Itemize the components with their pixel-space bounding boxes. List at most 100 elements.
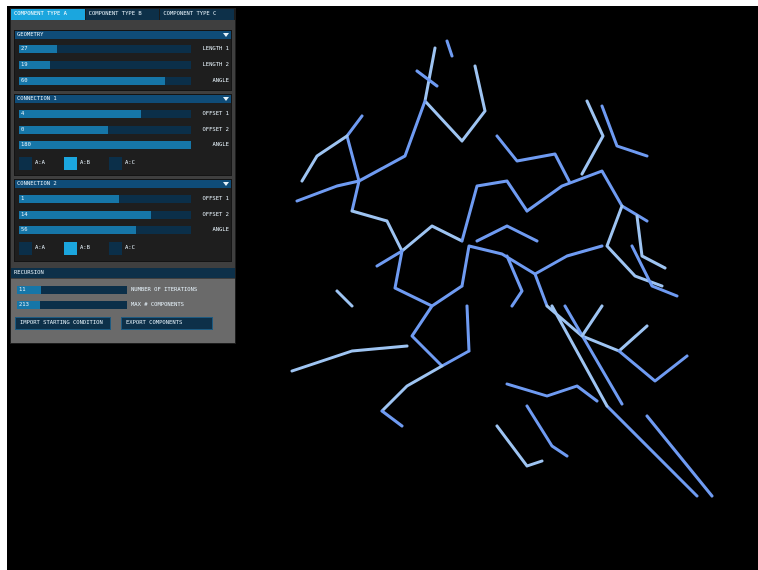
- component-segment: [295, 179, 361, 203]
- connection-1-section: CONNECTION 1 4 OFFSET 1 0 OFFSET 2 180 A…: [14, 94, 232, 176]
- slider-value: 14: [21, 212, 28, 218]
- slider-value: 11: [19, 287, 26, 293]
- offset-2-slider[interactable]: 14: [19, 211, 191, 219]
- slider-value: 213: [19, 302, 29, 308]
- slider-value: 1: [21, 196, 25, 202]
- geometry-section: GEOMETRY 27 LENGTH 1 19 LENGTH 2 60 ANGL…: [14, 30, 232, 91]
- component-segment: [335, 289, 354, 308]
- angle-slider[interactable]: 60: [19, 77, 191, 85]
- recursion-title: RECURSION: [14, 270, 44, 276]
- component-segment: [605, 204, 664, 288]
- connection-2-header[interactable]: CONNECTION 2: [15, 180, 231, 188]
- geometry-title: GEOMETRY: [17, 32, 44, 38]
- slider-fill: [19, 110, 142, 118]
- slider-fill: [19, 226, 136, 234]
- component-segment: [617, 349, 689, 383]
- offset-1-slider[interactable]: 4: [19, 110, 191, 118]
- component-segment: [600, 104, 649, 158]
- connection-2-title: CONNECTION 2: [17, 181, 57, 187]
- component-segment: [525, 404, 569, 458]
- slider-label: LENGTH 2: [202, 62, 230, 68]
- component-segment: [533, 244, 604, 276]
- slider-value: 19: [21, 62, 28, 68]
- component-segment: [345, 114, 364, 183]
- tab-component-type-c[interactable]: COMPONENT TYPE C: [160, 9, 236, 20]
- component-segment: [350, 99, 427, 213]
- offset-2-slider[interactable]: 0: [19, 126, 191, 134]
- offset-1-slider[interactable]: 1: [19, 195, 191, 203]
- tab-component-type-b[interactable]: COMPONENT TYPE B: [85, 9, 161, 20]
- component-segment: [525, 169, 649, 223]
- iterations-slider[interactable]: 11: [17, 286, 127, 294]
- iterations-label: NUMBER OF ITERATIONS: [131, 287, 198, 293]
- option-label: A:B: [80, 245, 90, 251]
- slider-label: ANGLE: [212, 227, 229, 233]
- option-label: A:C: [125, 245, 135, 251]
- angle-slider[interactable]: 56: [19, 226, 191, 234]
- component-segment: [495, 134, 571, 183]
- slider-value: 4: [21, 111, 25, 117]
- slider-label: OFFSET 1: [202, 196, 230, 202]
- slider-label: OFFSET 2: [202, 212, 230, 218]
- component-segment: [350, 209, 464, 253]
- option-a-b-toggle[interactable]: [64, 242, 77, 255]
- component-segment: [300, 134, 349, 183]
- recursion-header: RECURSION: [11, 268, 235, 278]
- component-segment: [393, 249, 464, 308]
- slider-fill: [19, 126, 109, 134]
- connection-1-header[interactable]: CONNECTION 1: [15, 95, 231, 103]
- component-segment: [580, 304, 604, 338]
- component-segment: [445, 39, 454, 58]
- slider-fill: [19, 211, 152, 219]
- component-segment: [460, 244, 549, 308]
- component-segment: [630, 244, 679, 298]
- control-panel: COMPONENT TYPE A COMPONENT TYPE B COMPON…: [10, 8, 236, 344]
- max-components-slider[interactable]: 213: [17, 301, 127, 309]
- collapse-caret-icon[interactable]: [223, 97, 229, 101]
- component-segment: [505, 382, 599, 403]
- component-segment: [380, 364, 444, 413]
- component-segment: [495, 424, 544, 468]
- slider-value: 0: [21, 127, 25, 133]
- angle-slider[interactable]: 180: [19, 141, 191, 149]
- slider-fill: [19, 141, 191, 149]
- slider-label: OFFSET 2: [202, 127, 230, 133]
- connection-1-title: CONNECTION 1: [17, 96, 57, 102]
- length-1-slider[interactable]: 27: [19, 45, 191, 53]
- component-segment: [605, 404, 699, 498]
- option-label: A:C: [125, 160, 135, 166]
- option-a-c-toggle[interactable]: [109, 242, 122, 255]
- length-2-slider[interactable]: 19: [19, 61, 191, 69]
- tab-component-type-a[interactable]: COMPONENT TYPE A: [11, 9, 86, 20]
- geometry-header[interactable]: GEOMETRY: [15, 31, 231, 39]
- collapse-caret-icon[interactable]: [223, 182, 229, 186]
- option-label: A:A: [35, 160, 45, 166]
- option-a-b-toggle[interactable]: [64, 157, 77, 170]
- option-label: A:A: [35, 245, 45, 251]
- connection-2-section: CONNECTION 2 1 OFFSET 1 14 OFFSET 2 56 A…: [14, 179, 232, 262]
- slider-value: 60: [21, 78, 28, 84]
- slider-value: 27: [21, 46, 28, 52]
- option-a-a-toggle[interactable]: [19, 157, 32, 170]
- slider-fill: [19, 195, 119, 203]
- option-a-a-toggle[interactable]: [19, 242, 32, 255]
- component-segment: [423, 46, 487, 143]
- recursion-section: 11 NUMBER OF ITERATIONS 213 MAX # COMPON…: [11, 279, 235, 343]
- component-segment: [410, 304, 471, 368]
- slider-label: ANGLE: [212, 78, 229, 84]
- component-segment: [635, 214, 667, 270]
- max-components-label: MAX # COMPONENTS: [131, 302, 184, 308]
- option-a-c-toggle[interactable]: [109, 157, 122, 170]
- component-type-tabs: COMPONENT TYPE A COMPONENT TYPE B COMPON…: [11, 9, 236, 20]
- component-segment: [465, 304, 471, 353]
- component-segment: [380, 409, 404, 428]
- slider-label: OFFSET 1: [202, 111, 230, 117]
- export-components-button[interactable]: EXPORT COMPONENTS: [121, 317, 213, 330]
- collapse-caret-icon[interactable]: [223, 33, 229, 37]
- slider-label: ANGLE: [212, 142, 229, 148]
- slider-value: 56: [21, 227, 28, 233]
- import-starting-condition-button[interactable]: IMPORT STARTING CONDITION: [15, 317, 111, 330]
- slider-label: LENGTH 1: [202, 46, 230, 52]
- component-segment: [475, 224, 539, 243]
- component-segment: [290, 344, 409, 373]
